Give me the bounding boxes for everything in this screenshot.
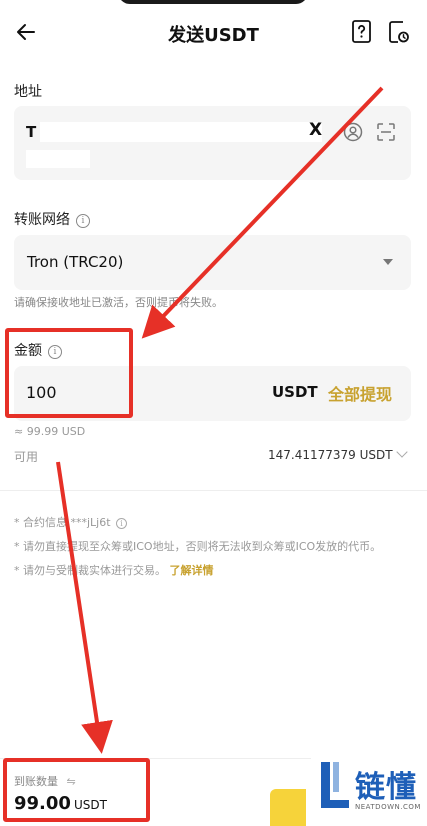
help-icon[interactable] — [350, 19, 374, 45]
info-icon[interactable]: i — [116, 518, 128, 529]
divider — [0, 490, 427, 491]
chevron-down-icon[interactable] — [396, 446, 408, 458]
caret-down-icon — [383, 259, 393, 265]
watermark-site: NEATDOWN.COM — [355, 803, 421, 811]
info-icon[interactable]: i — [76, 214, 90, 228]
notes: * 合约信息 ***jLj6t i * 请勿直接提现至众筹或ICO地址，否则将无… — [14, 514, 414, 586]
network-value: Tron (TRC20) — [27, 253, 124, 271]
scan-icon[interactable] — [376, 122, 396, 142]
network-hint: 请确保接收地址已激活，否则提币将失败。 — [14, 296, 223, 309]
send-button[interactable] — [270, 789, 306, 826]
watermark-logo — [321, 762, 349, 808]
annotation-arrow-receive — [56, 461, 113, 754]
contact-icon[interactable] — [343, 122, 363, 142]
address-value: T — [26, 123, 37, 141]
available-value[interactable]: 147.41177379 USDT — [268, 448, 393, 462]
network-label: 转账网络 i — [14, 209, 90, 229]
note-contract: * 合约信息 ***jLj6t i — [14, 514, 414, 531]
note-contract-text: * 合约信息 ***jLj6t — [14, 516, 111, 529]
note-sanction: * 请勿与受制裁实体进行交易。 了解详情 — [14, 562, 414, 579]
network-select[interactable]: Tron (TRC20) — [14, 235, 411, 290]
amount-unit: USDT — [272, 383, 318, 401]
clear-icon[interactable]: X — [309, 120, 322, 140]
annotation-box-amount — [5, 328, 133, 418]
note-sanction-text: * 请勿与受制裁实体进行交易。 — [14, 564, 166, 577]
note-warning: * 请勿直接提现至众筹或ICO地址，否则将无法收到众筹或ICO发放的代币。 — [14, 540, 382, 553]
watermark: 链懂 NEATDOWN.COM — [311, 756, 427, 826]
amount-usd-approx: ≈ 99.99 USD — [14, 425, 86, 438]
address-label: 地址 — [14, 84, 42, 100]
header: 发送USDT — [0, 10, 427, 54]
network-label-text: 转账网络 — [14, 212, 70, 228]
available-label: 可用 — [14, 450, 39, 464]
annotation-box-receive — [3, 758, 150, 822]
watermark-brand: 链懂 — [355, 770, 417, 805]
redaction-mask — [40, 122, 322, 142]
address-field[interactable]: T X — [14, 106, 411, 180]
redaction-mask — [26, 150, 90, 168]
withdraw-all-button[interactable]: 全部提现 — [328, 381, 392, 405]
device-notch — [118, 0, 308, 4]
learn-more-link[interactable]: 了解详情 — [170, 564, 214, 577]
history-icon[interactable] — [387, 19, 411, 45]
